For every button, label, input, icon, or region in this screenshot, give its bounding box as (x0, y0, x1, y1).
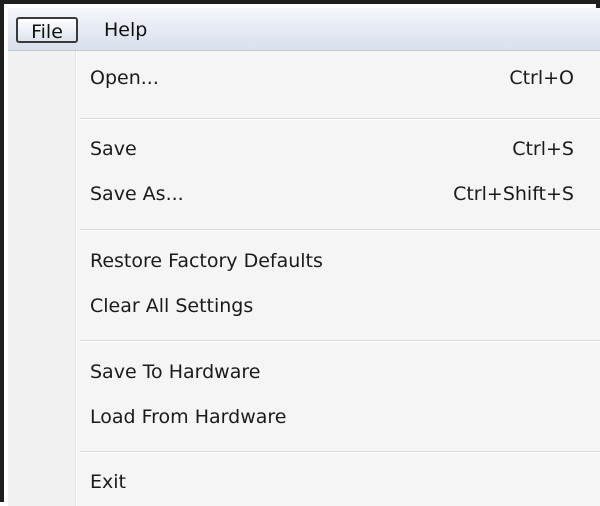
menu-item-label: Exit (90, 471, 126, 493)
icon-gutter (8, 51, 76, 506)
menu-item-open[interactable]: Open... Ctrl+O (80, 58, 588, 98)
menu-item-load-from-hardware[interactable]: Load From Hardware (80, 397, 588, 437)
menu-bar: File Help (8, 8, 600, 51)
gutter-divider (76, 51, 77, 506)
menu-item-clear-all-settings[interactable]: Clear All Settings (80, 286, 588, 326)
menu-item-label: Restore Factory Defaults (90, 250, 323, 272)
menu-item-label: Clear All Settings (90, 295, 254, 317)
menu-item-exit[interactable]: Exit (80, 462, 588, 502)
menu-separator (80, 118, 600, 120)
menu-item-restore-factory-defaults[interactable]: Restore Factory Defaults (80, 241, 588, 281)
menu-item-label: Save To Hardware (90, 361, 261, 383)
menu-item-label: Save (90, 138, 137, 160)
menu-item-save[interactable]: Save Ctrl+S (80, 129, 588, 169)
menu-item-save-as[interactable]: Save As... Ctrl+Shift+S (80, 174, 588, 214)
menu-item-shortcut: Ctrl+S (512, 138, 574, 160)
menu-separator (80, 340, 600, 342)
menu-item-shortcut: Ctrl+Shift+S (453, 183, 574, 205)
menu-separator (80, 229, 600, 231)
menu-item-save-to-hardware[interactable]: Save To Hardware (80, 352, 588, 392)
menu-separator (80, 451, 600, 453)
menu-item-label: Load From Hardware (90, 406, 287, 428)
file-dropdown-menu: Open... Ctrl+O Save Ctrl+S Save As... Ct… (8, 51, 600, 506)
menu-item-label: Save As... (90, 183, 184, 205)
menu-item-shortcut: Ctrl+O (509, 67, 574, 89)
menu-item-label: Open... (90, 67, 159, 89)
file-menu[interactable]: File (16, 17, 78, 43)
help-menu[interactable]: Help (98, 17, 153, 43)
application-window: File Help Open... Ctrl+O Save Ctrl+S Sav… (0, 0, 600, 506)
